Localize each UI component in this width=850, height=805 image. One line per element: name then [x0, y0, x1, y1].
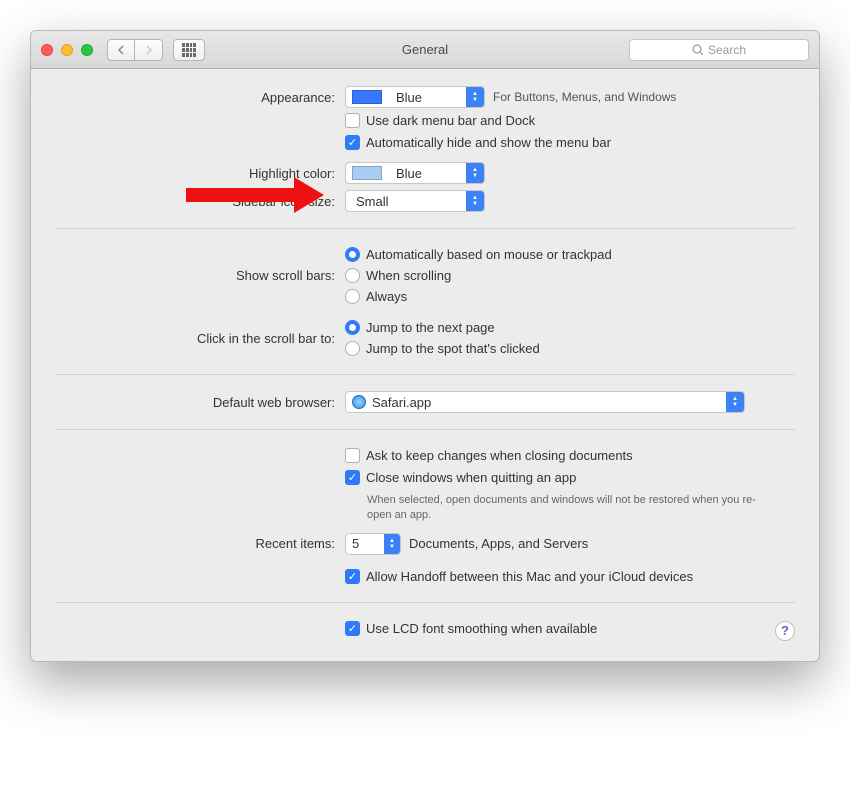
handoff-checkbox[interactable]: ✓ Allow Handoff between this Mac and you…	[345, 569, 693, 584]
appearance-select[interactable]: Blue ▲▼	[345, 86, 485, 108]
browser-select[interactable]: Safari.app ▲▼	[345, 391, 745, 413]
auto-hide-menu-checkbox[interactable]: ✓ Automatically hide and show the menu b…	[345, 135, 611, 150]
recent-value: 5	[346, 536, 384, 551]
browser-value: Safari.app	[372, 395, 726, 410]
dark-menu-label: Use dark menu bar and Dock	[366, 113, 535, 128]
updown-icon: ▲▼	[466, 191, 484, 211]
checkbox-icon: ✓	[345, 569, 360, 584]
browser-label: Default web browser:	[55, 395, 345, 410]
ask-keep-checkbox[interactable]: Ask to keep changes when closing documen…	[345, 448, 633, 463]
lcd-smoothing-checkbox[interactable]: ✓ Use LCD font smoothing when available	[345, 621, 597, 636]
appearance-swatch	[352, 90, 382, 104]
scrollbars-label: Show scroll bars:	[55, 268, 345, 283]
separator	[55, 374, 795, 375]
appearance-value: Blue	[388, 90, 466, 105]
updown-icon: ▲▼	[384, 534, 400, 554]
minimize-window-button[interactable]	[61, 44, 73, 56]
sidebar-icon-label: Sidebar icon size:	[55, 194, 345, 209]
separator	[55, 429, 795, 430]
back-button[interactable]	[107, 39, 135, 61]
search-placeholder: Search	[708, 43, 746, 57]
checkbox-icon	[345, 113, 360, 128]
auto-hide-menu-label: Automatically hide and show the menu bar	[366, 135, 611, 150]
separator	[55, 228, 795, 229]
recent-items-select[interactable]: 5 ▲▼	[345, 533, 401, 555]
radio-icon	[345, 320, 360, 335]
scroll-click-label: Click in the scroll bar to:	[55, 331, 345, 346]
sidebar-icon-value: Small	[348, 194, 466, 209]
chevron-left-icon	[117, 45, 125, 55]
titlebar: General Search	[31, 31, 819, 69]
safari-icon	[352, 395, 366, 409]
radio-icon	[345, 341, 360, 356]
recent-label: Recent items:	[55, 536, 345, 551]
updown-icon: ▲▼	[726, 392, 744, 412]
highlight-swatch	[352, 166, 382, 180]
content-area: Appearance: Blue ▲▼ For Buttons, Menus, …	[31, 69, 819, 661]
radio-icon	[345, 268, 360, 283]
checkbox-icon: ✓	[345, 470, 360, 485]
scrollbars-radio-always[interactable]: Always	[345, 289, 612, 304]
nav-buttons	[107, 39, 163, 61]
close-windows-note: When selected, open documents and window…	[367, 493, 757, 523]
scrollbars-radio-auto[interactable]: Automatically based on mouse or trackpad	[345, 247, 612, 262]
close-windows-checkbox[interactable]: ✓ Close windows when quitting an app	[345, 470, 757, 485]
highlight-label: Highlight color:	[55, 166, 345, 181]
scroll-click-radio-spot[interactable]: Jump to the spot that's clicked	[345, 341, 540, 356]
radio-icon	[345, 247, 360, 262]
recent-suffix: Documents, Apps, and Servers	[409, 536, 588, 551]
forward-button[interactable]	[135, 39, 163, 61]
highlight-select[interactable]: Blue ▲▼	[345, 162, 485, 184]
close-window-button[interactable]	[41, 44, 53, 56]
appearance-label: Appearance:	[55, 90, 345, 105]
checkbox-icon	[345, 448, 360, 463]
show-all-button[interactable]	[173, 39, 205, 61]
grid-icon	[182, 43, 196, 57]
scroll-click-radio-next-page[interactable]: Jump to the next page	[345, 320, 540, 335]
appearance-hint: For Buttons, Menus, and Windows	[493, 90, 676, 104]
zoom-window-button[interactable]	[81, 44, 93, 56]
search-icon	[692, 44, 704, 56]
radio-icon	[345, 289, 360, 304]
updown-icon: ▲▼	[466, 163, 484, 183]
scrollbars-radio-when-scrolling[interactable]: When scrolling	[345, 268, 612, 283]
updown-icon: ▲▼	[466, 87, 484, 107]
checkbox-icon: ✓	[345, 621, 360, 636]
dark-menu-checkbox[interactable]: Use dark menu bar and Dock	[345, 113, 535, 128]
checkbox-icon: ✓	[345, 135, 360, 150]
highlight-value: Blue	[388, 166, 466, 181]
sidebar-icon-select[interactable]: Small ▲▼	[345, 190, 485, 212]
separator	[55, 602, 795, 603]
window-controls	[41, 44, 93, 56]
help-button[interactable]: ?	[775, 621, 795, 641]
search-field[interactable]: Search	[629, 39, 809, 61]
preferences-window: General Search Appearance: Blue ▲▼ For B…	[30, 30, 820, 662]
chevron-right-icon	[145, 45, 153, 55]
